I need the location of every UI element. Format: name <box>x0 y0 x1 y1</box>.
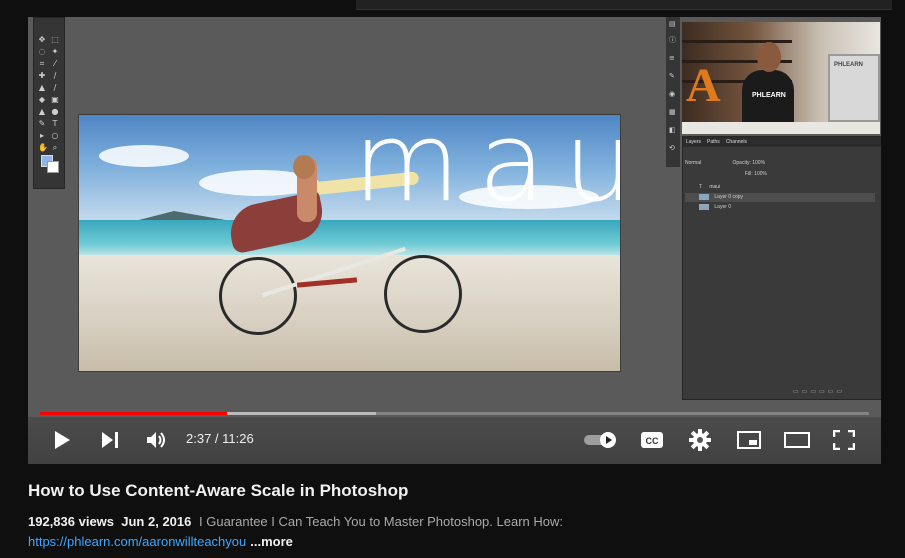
type-tool-icon: T <box>52 119 58 128</box>
heal-tool-icon: ✚ <box>38 71 46 80</box>
blur-tool-icon: ▲ <box>38 107 46 116</box>
instructor-head <box>757 42 781 72</box>
marquee-letter-a: A <box>686 59 721 112</box>
photoshop-canvas-image: maui <box>78 114 621 372</box>
eraser-tool-icon: ◆ <box>38 95 46 104</box>
bike-front-wheel <box>384 255 462 333</box>
autoplay-toggle[interactable] <box>584 432 618 448</box>
blend-mode: Normal <box>685 160 702 166</box>
sand <box>79 255 620 371</box>
photoshop-tools-panel: ✥ ⬚ ◌ ✦ ⌗ ⁄ ✚ ∕ ▲ ∕ ◆ ▣ ▲ ● ✎ T ▸ ○ ✋ ⌕ <box>33 17 65 189</box>
dodge-tool-icon: ● <box>51 107 59 116</box>
brush-tool-icon: ∕ <box>53 71 57 80</box>
description-snippet: I Guarantee I Can Teach You to Master Ph… <box>199 514 563 529</box>
description-link-line: https://phlearn.com/aaronwillteachyou...… <box>28 534 293 549</box>
time-display: 2:37 / 11:26 <box>186 431 254 446</box>
settings-button[interactable] <box>688 428 712 452</box>
desk <box>682 122 880 134</box>
opacity-value: Opacity: 100% <box>732 160 766 166</box>
styles-icon: ◉ <box>669 90 676 98</box>
blend-mode-row: Normal Opacity: 100% <box>685 159 875 168</box>
adjust-icon: ≡ <box>669 54 675 62</box>
volume-button[interactable] <box>144 428 170 452</box>
brush-panel-icon: ✎ <box>669 72 675 80</box>
info-icon: ⓘ <box>669 36 676 44</box>
layer-row: Layer 0 copy <box>685 193 875 202</box>
marquee-tool-icon: ⬚ <box>51 35 59 44</box>
layer-thumbnail <box>699 193 709 200</box>
next-button[interactable] <box>98 428 122 452</box>
zoom-tool-icon: ⌕ <box>52 143 58 152</box>
svg-text:CC: CC <box>646 436 659 446</box>
fullscreen-icon <box>833 430 855 450</box>
autoplay-knob <box>600 432 616 448</box>
fill-value: Fill: 100% <box>745 171 767 177</box>
stamp-tool-icon: ▲ <box>38 83 46 92</box>
layer-name: Layer 0 copy <box>714 194 744 200</box>
layer-thumbnail <box>699 203 709 210</box>
monitor-logo: PHLEARN <box>834 62 864 68</box>
wand-tool-icon: ✦ <box>51 47 59 56</box>
cc-icon: CC <box>641 432 663 448</box>
gear-icon <box>689 429 711 451</box>
captions-button[interactable]: CC <box>640 428 664 452</box>
layers-panel-icon: ◧ <box>669 126 676 134</box>
top-search-strip <box>356 0 892 10</box>
miniplayer-icon <box>737 431 761 449</box>
layer-row: Layer 0 <box>685 203 875 212</box>
video-player[interactable]: ✥ ⬚ ◌ ✦ ⌗ ⁄ ✚ ∕ ▲ ∕ ◆ ▣ ▲ ● ✎ T ▸ ○ ✋ ⌕ <box>28 17 881 464</box>
upload-date: Jun 2, 2016 <box>121 514 192 529</box>
video-title: How to Use Content-Aware Scale in Photos… <box>28 481 409 500</box>
swatches-icon: ▦ <box>669 108 676 116</box>
pen-tool-icon: ✎ <box>38 119 46 128</box>
photoshop-panel-icons: ▤ ⓘ ≡ ✎ ◉ ▦ ◧ ⟲ <box>666 17 680 167</box>
layers-footer-icons: ▭▭▭▭▭▭ <box>793 389 846 395</box>
photoshop-layers-panel: Layers Paths Channels Normal Opacity: 10… <box>682 136 881 400</box>
tab-layers: Layers <box>686 139 702 145</box>
player-controls: 2:37 / 11:26 CC <box>28 417 881 464</box>
tab-paths: Paths <box>707 139 720 145</box>
theater-icon <box>784 432 810 448</box>
autoplay-play-icon <box>606 436 612 444</box>
next-icon <box>102 432 118 448</box>
gradient-tool-icon: ▣ <box>51 95 59 104</box>
fill-row: Fill: 100% <box>685 170 875 179</box>
overlay-text-maui: maui <box>353 114 620 226</box>
layer-name: maui <box>709 184 721 190</box>
miniplayer-button[interactable] <box>736 428 762 452</box>
more-button[interactable]: ...more <box>250 534 293 549</box>
tab-channels: Channels <box>725 139 747 145</box>
description-link[interactable]: https://phlearn.com/aaronwillteachyou <box>28 534 246 549</box>
instructor-webcam: A PHLEARN PHLEARN <box>682 22 880 134</box>
panel-icon: ▤ <box>669 20 676 28</box>
history-icon: ⟲ <box>669 144 675 152</box>
lasso-tool-icon: ◌ <box>38 47 46 56</box>
layer-row: T maui <box>699 184 721 190</box>
bike-rear-wheel <box>219 257 297 335</box>
volume-icon <box>147 432 165 448</box>
eyedropper-tool-icon: ⁄ <box>54 59 56 68</box>
background-color-swatch <box>47 161 59 173</box>
view-count: 192,836 views <box>28 514 115 529</box>
shirt-logo: PHLEARN <box>752 92 786 99</box>
cam-shelf <box>682 40 792 43</box>
sea <box>79 220 620 260</box>
crop-tool-icon: ⌗ <box>39 59 45 68</box>
progress-played <box>40 412 227 415</box>
move-tool-icon: ✥ <box>38 35 46 44</box>
cloud <box>99 145 189 167</box>
hand-tool-icon: ✋ <box>38 143 48 152</box>
play-icon <box>55 431 70 449</box>
layer-name: Layer 0 <box>714 204 732 210</box>
path-select-icon: ▸ <box>39 131 44 140</box>
history-brush-icon: ∕ <box>53 83 57 92</box>
layers-tabs: Layers Paths Channels <box>683 137 881 147</box>
progress-bar[interactable] <box>40 412 869 415</box>
shape-tool-icon: ○ <box>51 131 59 140</box>
fullscreen-button[interactable] <box>832 428 856 452</box>
rider-head <box>293 155 315 179</box>
play-button[interactable] <box>50 428 74 452</box>
theater-button[interactable] <box>784 428 810 452</box>
video-meta[interactable]: 192,836 views Jun 2, 2016 I Guarantee I … <box>28 514 563 529</box>
